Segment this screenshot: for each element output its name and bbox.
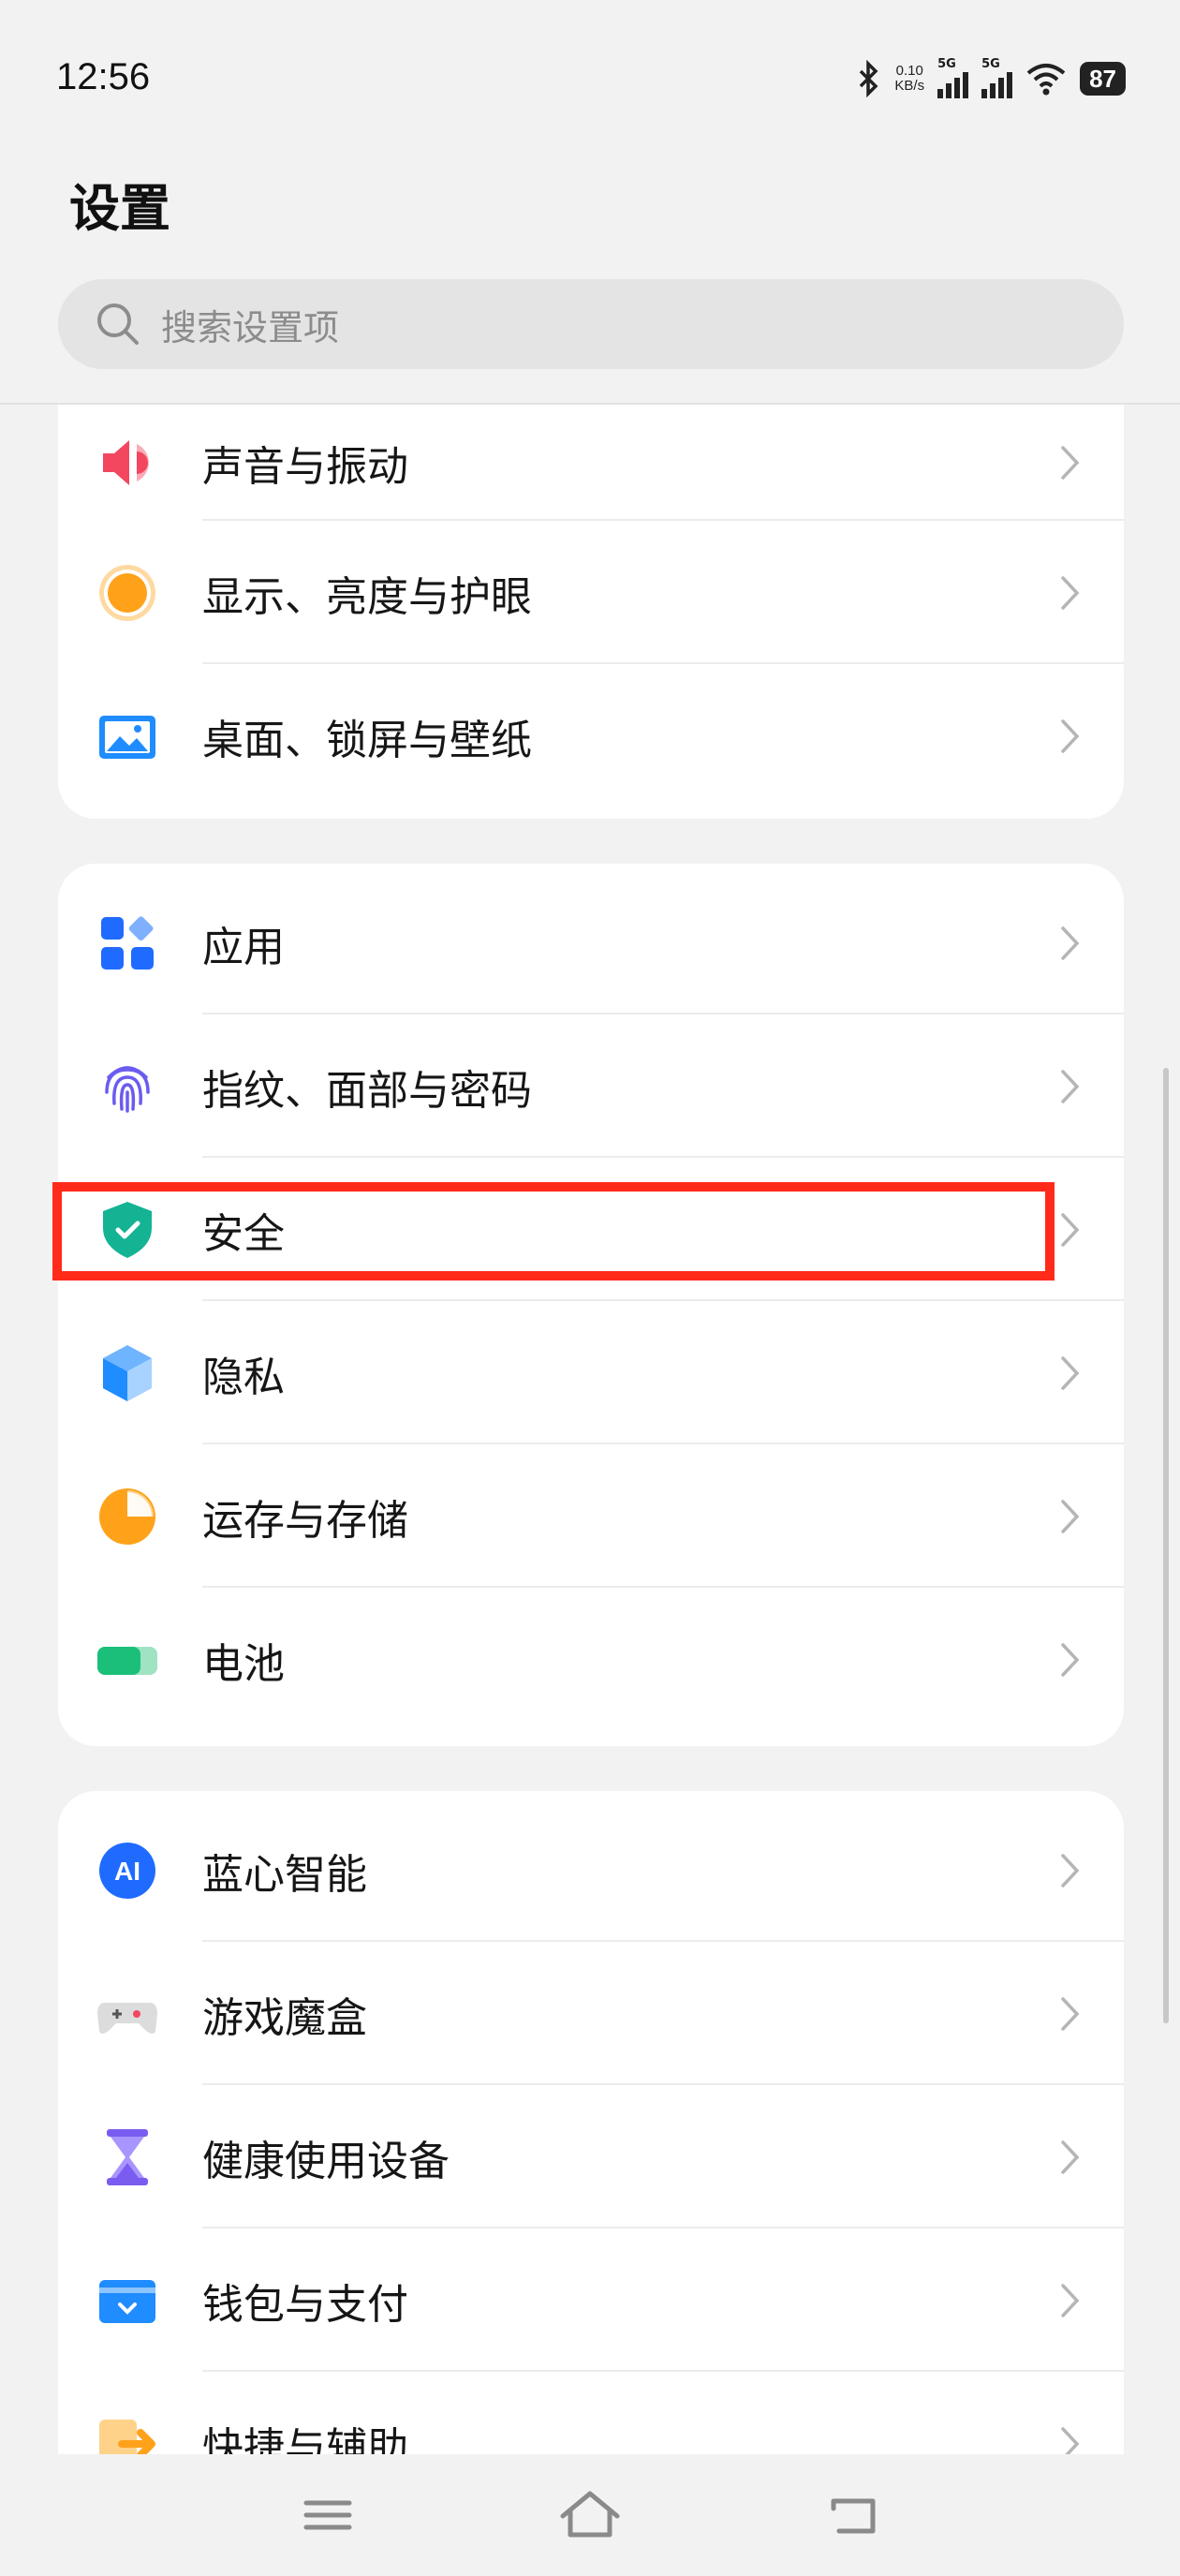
highlight-box <box>52 1182 1055 1281</box>
settings-item-wallpaper[interactable]: 桌面、锁屏与壁纸 <box>58 664 1124 807</box>
settings-group-1: 声音与振动 显示、亮度与护眼 桌面、锁屏与壁纸 <box>58 405 1124 819</box>
back-icon[interactable] <box>820 2482 886 2548</box>
chevron-right-icon <box>1061 1069 1080 1103</box>
sun-icon <box>99 564 155 621</box>
signal-sim2-icon: 5G <box>981 57 1013 98</box>
settings-item-label: 桌面、锁屏与壁纸 <box>202 716 532 764</box>
settings-item-display[interactable]: 显示、亮度与护眼 <box>58 521 1124 664</box>
settings-item-label: 隐私 <box>202 1353 285 1401</box>
svg-text:AI: AI <box>114 1857 140 1886</box>
settings-item-battery[interactable]: 电池 <box>58 1588 1124 1731</box>
wallet-icon <box>99 2279 155 2323</box>
chevron-right-icon <box>1061 2283 1080 2317</box>
gamepad-icon <box>97 2002 157 2034</box>
battery-icon <box>97 1646 157 1675</box>
chevron-right-icon <box>1061 718 1080 753</box>
wifi-icon <box>1026 64 1066 96</box>
search-input[interactable]: 搜索设置项 <box>58 279 1124 369</box>
signal-sim1-icon: 5G <box>937 57 969 98</box>
settings-item-label: 显示、亮度与护眼 <box>202 572 532 621</box>
ai-icon: AI <box>99 1842 155 1899</box>
battery-indicator: 87 <box>1080 62 1126 96</box>
wallpaper-icon <box>99 715 155 759</box>
chevron-right-icon <box>1061 1355 1080 1390</box>
settings-item-label: 指纹、面部与密码 <box>202 1066 532 1115</box>
status-time: 12:56 <box>56 56 151 97</box>
home-icon[interactable] <box>557 2482 623 2548</box>
chevron-right-icon <box>1061 1996 1080 2031</box>
settings-item-ai[interactable]: AI 蓝心智能 <box>58 1799 1124 1942</box>
chevron-right-icon <box>1061 2139 1080 2174</box>
settings-item-storage[interactable]: 运存与存储 <box>58 1444 1124 1588</box>
settings-item-label: 电池 <box>202 1639 285 1688</box>
settings-item-label: 应用 <box>202 923 285 971</box>
settings-item-wallet[interactable]: 钱包与支付 <box>58 2228 1124 2372</box>
settings-item-fingerprint[interactable]: 指纹、面部与密码 <box>58 1014 1124 1158</box>
chevron-right-icon <box>1061 575 1080 610</box>
settings-item-healthy-usage[interactable]: 健康使用设备 <box>58 2085 1124 2228</box>
scrollbar[interactable] <box>1163 1068 1169 2023</box>
status-icons: 0.10 KB/s 5G 5G 87 <box>855 57 1126 99</box>
settings-item-privacy[interactable]: 隐私 <box>58 1301 1124 1444</box>
settings-item-label: 健康使用设备 <box>202 2137 450 2185</box>
settings-item-label: 声音与振动 <box>202 443 408 491</box>
settings-item-sound[interactable]: 声音与振动 <box>58 405 1124 521</box>
page-title: 设置 <box>69 179 170 238</box>
settings-item-apps[interactable]: 应用 <box>58 871 1124 1014</box>
chevron-right-icon <box>1061 925 1080 960</box>
net-speed: 0.10 KB/s <box>894 63 925 94</box>
chevron-right-icon <box>1061 1212 1080 1247</box>
settings-item-label: 游戏魔盒 <box>202 1993 367 2042</box>
search-placeholder: 搜索设置项 <box>161 306 340 348</box>
privacy-cube-icon <box>103 1344 152 1401</box>
navigation-bar <box>0 2454 1180 2576</box>
hourglass-icon <box>107 2128 148 2185</box>
menu-icon[interactable] <box>295 2482 361 2548</box>
chevron-right-icon <box>1061 446 1080 480</box>
settings-item-label: 蓝心智能 <box>202 1850 367 1899</box>
chevron-right-icon <box>1061 1499 1080 1533</box>
fingerprint-icon <box>105 1065 150 1113</box>
settings-item-label: 钱包与支付 <box>202 2280 408 2329</box>
status-bar: 12:56 0.10 KB/s 5G 5G 87 <box>0 0 1180 159</box>
chevron-right-icon <box>1061 1642 1080 1677</box>
settings-item-label: 运存与存储 <box>202 1496 408 1545</box>
speaker-icon <box>103 440 149 485</box>
pie-storage-icon <box>99 1488 155 1545</box>
search-icon <box>97 303 139 345</box>
settings-group-3: AI 蓝心智能 游戏魔盒 健康使用设备 钱包与支付 快捷与辅助 <box>58 1791 1124 2503</box>
apps-icon <box>101 915 154 970</box>
chevron-right-icon <box>1061 1853 1080 1888</box>
settings-item-game-box[interactable]: 游戏魔盒 <box>58 1942 1124 2085</box>
settings-group-2: 应用 指纹、面部与密码 安全 隐私 运存与存储 电池 <box>58 864 1124 1746</box>
bluetooth-icon <box>860 60 878 97</box>
